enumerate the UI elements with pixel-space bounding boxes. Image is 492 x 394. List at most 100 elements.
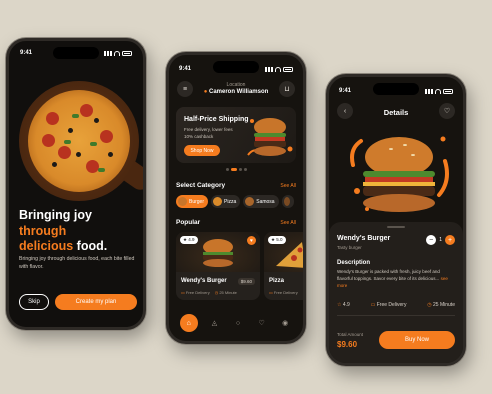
battery-icon: [443, 88, 453, 94]
cart-button[interactable]: ⊔: [279, 81, 295, 97]
pin-icon: ●: [203, 89, 208, 95]
pepperoni: [80, 104, 93, 117]
pepperoni: [46, 112, 59, 125]
rating-badge: ★ 5.0: [268, 236, 286, 244]
cart-icon: ⊔: [284, 86, 290, 93]
status-bar: 9:41: [329, 88, 463, 94]
headline-line-1: Bringing joy: [19, 208, 92, 222]
category-chip-samosa[interactable]: Samosa: [243, 195, 279, 208]
sauce-splash: [350, 139, 363, 167]
promo-subtitle: Free delivery, lower fees 10% cashback: [184, 127, 233, 141]
sesame-seed: [389, 148, 393, 150]
location-name-text: Cameron Williamson: [209, 89, 269, 95]
status-icons: [104, 50, 132, 56]
status-time: 9:41: [20, 50, 33, 56]
description-text: Wendy's Burger is packed with fresh, jui…: [337, 269, 455, 289]
quantity-stepper: − 1 +: [426, 235, 455, 245]
food-subtitle: Tasty burger: [337, 245, 362, 250]
status-time: 9:41: [179, 66, 192, 72]
pepperoni: [291, 255, 297, 261]
popular-heading: Popular: [176, 219, 201, 226]
headline-line-3-end: food.: [76, 239, 108, 254]
buy-now-button[interactable]: Buy Now: [379, 331, 455, 349]
promo-burger-image: [247, 118, 293, 156]
status-icons: [425, 88, 453, 94]
burger-tomato: [255, 137, 285, 141]
nav-profile[interactable]: ◉: [278, 316, 292, 330]
sauce-drop: [354, 188, 360, 194]
food-stats: ☆ 4.9 ▭ Free Delivery ◷ 25 Minute: [337, 302, 455, 308]
carousel-dot[interactable]: [225, 168, 229, 171]
carousel-dots: [169, 168, 303, 171]
pepperoni: [42, 134, 55, 147]
sauce-splash: [287, 146, 293, 152]
burger-image: [203, 239, 233, 267]
see-all-popular-link[interactable]: See All: [280, 220, 296, 226]
sauce-splash: [250, 119, 254, 123]
burger-hero-image: [350, 136, 449, 212]
pizza-slice: [276, 242, 303, 268]
delivery-text: Free Delivery: [185, 290, 210, 295]
signal-icon: [104, 50, 112, 56]
status-bar: 9:41: [169, 66, 303, 72]
increase-button[interactable]: +: [445, 235, 455, 245]
signal-icon: [425, 88, 433, 94]
battery-icon: [122, 50, 132, 56]
food-card-meta: ▭ Free Delivery ◷ 25 Minute: [181, 290, 237, 295]
see-all-categories-link[interactable]: See All: [280, 183, 296, 189]
nav-notifications[interactable]: ◬: [207, 316, 221, 330]
carousel-dot-active[interactable]: [230, 168, 237, 171]
basil-leaf: [90, 142, 97, 146]
food-card[interactable]: ★ 4.9 ♥ Wendy's Burger $9.60 ▭ Free Deli…: [176, 232, 260, 300]
category-chip-more[interactable]: [281, 195, 294, 208]
sauce-splash: [437, 159, 449, 197]
clock-icon: ◷: [214, 290, 219, 295]
onboarding-body: Bringing joy through delicious food, eac…: [19, 256, 135, 270]
pepperoni: [58, 146, 71, 159]
time-value: 25 Minute: [433, 302, 455, 308]
chip-label: Pizza: [224, 198, 237, 205]
shop-now-button[interactable]: Shop Now: [184, 145, 220, 156]
rating-value: 4.9: [342, 302, 350, 308]
bottom-nav: ⌂ ◬ ○ ♡ ◉: [175, 313, 297, 333]
burger-lettuce: [363, 171, 435, 177]
decrease-button[interactable]: −: [426, 235, 437, 245]
rating-badge: ★ 4.9: [180, 236, 198, 244]
star-icon: ☆: [337, 302, 342, 308]
nav-home[interactable]: ⌂: [179, 314, 198, 332]
category-chip-pizza[interactable]: Pizza: [211, 195, 241, 208]
carousel-dot[interactable]: [238, 168, 242, 171]
promo-banner[interactable]: Half-Price Shipping Free delivery, lower…: [176, 107, 296, 163]
divider: [337, 315, 455, 316]
rating-stat: ☆ 4.9: [337, 302, 350, 308]
olive: [108, 152, 113, 157]
delivery-info: ▭ Free Delivery: [269, 290, 298, 295]
burger-bottom-bun: [203, 259, 233, 267]
sesame-seed: [411, 154, 415, 156]
burger-bottom-bun: [254, 146, 286, 156]
sheet-handle[interactable]: [387, 226, 405, 228]
basil-leaf: [72, 114, 79, 118]
category-chip-burger[interactable]: Burger: [176, 195, 209, 208]
samosa-icon: [245, 197, 255, 206]
food-card-name: Wendy's Burger: [181, 278, 227, 284]
signal-icon: [265, 66, 273, 72]
carousel-dot[interactable]: [243, 168, 247, 171]
details-screen: 9:41 ‹ Details ♡ Wendy's Burger Tasty bu…: [326, 74, 466, 366]
delivery-value: Free Delivery: [376, 302, 407, 308]
skip-button[interactable]: Skip: [19, 294, 49, 310]
clock-icon: ◷: [427, 302, 432, 308]
nav-search[interactable]: ○: [231, 316, 245, 330]
food-card[interactable]: ★ 5.0 Pizza ▭ Free Delivery: [264, 232, 303, 300]
burger-lettuce: [203, 252, 233, 255]
nav-favorites[interactable]: ♡: [255, 316, 269, 330]
favorite-button[interactable]: ♥: [247, 236, 256, 245]
headline-line-2: through: [19, 223, 67, 238]
olive: [52, 162, 57, 167]
create-plan-button[interactable]: Create my plan: [55, 294, 137, 310]
favorite-button[interactable]: ♡: [439, 103, 455, 119]
olive: [68, 128, 73, 133]
wifi-icon: [435, 88, 441, 94]
time-stat: ◷ 25 Minute: [427, 302, 455, 308]
onboarding-screen: 9:41 Bringing joy through delicious food…: [6, 38, 146, 330]
